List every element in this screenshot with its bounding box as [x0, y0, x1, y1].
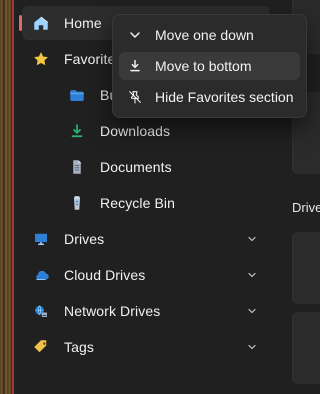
- sidebar-item-label: Tags: [64, 339, 94, 355]
- hide-pin-icon: [126, 88, 144, 106]
- sidebar-item-documents[interactable]: Documents: [58, 150, 270, 184]
- sidebar-item-label: Cloud Drives: [64, 267, 146, 283]
- recycle-bin-icon: [68, 194, 86, 212]
- chevron-down-icon[interactable]: [246, 269, 258, 281]
- menu-item-label: Move to bottom: [155, 58, 252, 74]
- sidebar-item-label: Downloads: [100, 123, 171, 139]
- sidebar-item-label: Home: [64, 15, 102, 31]
- sidebar-item-drives[interactable]: Drives: [22, 222, 270, 256]
- computer-icon: [32, 230, 50, 248]
- sidebar-item-label: Recycle Bin: [100, 195, 176, 211]
- home-icon: [32, 14, 50, 32]
- document-icon: [68, 158, 86, 176]
- star-icon: [32, 50, 50, 68]
- menu-item-move-one-down[interactable]: Move one down: [119, 21, 300, 49]
- sidebar-item-recycle-bin[interactable]: Recycle Bin: [58, 186, 270, 220]
- chevron-down-icon[interactable]: [246, 305, 258, 317]
- sidebar-item-cloud-drives[interactable]: Cloud Drives: [22, 258, 270, 292]
- app-window: Home Favorites Bu Downloads Documents Re…: [0, 0, 320, 394]
- menu-item-hide-favorites[interactable]: Hide Favorites section: [119, 83, 300, 111]
- drive-card[interactable]: [292, 312, 320, 384]
- sidebar-item-label: Drives: [64, 231, 105, 247]
- chevron-down-icon[interactable]: [246, 341, 258, 353]
- menu-item-label: Move one down: [155, 27, 254, 43]
- menu-item-move-to-bottom[interactable]: Move to bottom: [119, 52, 300, 80]
- move-to-bottom-icon: [126, 57, 144, 75]
- sidebar-item-network-drives[interactable]: Network Drives: [22, 294, 270, 328]
- chevron-down-icon[interactable]: [246, 233, 258, 245]
- cloud-drive-icon: [32, 266, 50, 284]
- sidebar-item-tags[interactable]: Tags: [22, 330, 270, 364]
- active-indicator: [19, 15, 22, 31]
- menu-item-label: Hide Favorites section: [155, 89, 294, 105]
- network-drive-icon: [32, 302, 50, 320]
- sidebar-item-downloads[interactable]: Downloads: [58, 114, 270, 148]
- tag-icon: [32, 338, 50, 356]
- download-icon: [68, 122, 86, 140]
- context-menu: Move one down Move to bottom Hide Favori…: [112, 14, 307, 118]
- drive-card[interactable]: [292, 232, 320, 304]
- sidebar-item-label: Network Drives: [64, 303, 161, 319]
- folder-icon: [68, 86, 86, 104]
- chevron-down-icon: [126, 26, 144, 44]
- sidebar-item-label: Documents: [100, 159, 172, 175]
- section-label-drives: Drive: [292, 200, 320, 215]
- wallpaper-strip: [0, 0, 14, 394]
